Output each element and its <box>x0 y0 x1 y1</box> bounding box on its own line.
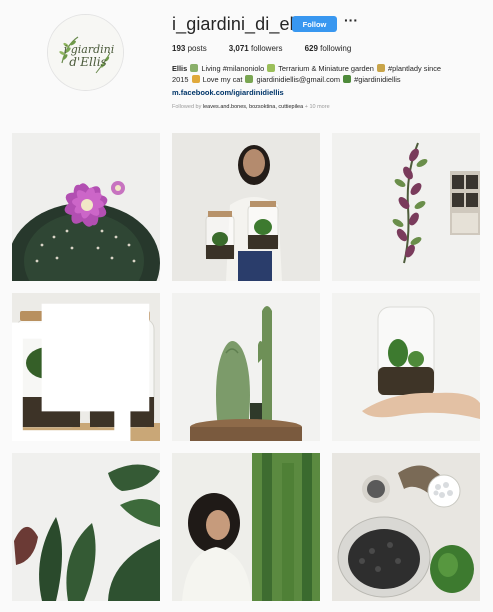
post-tile[interactable] <box>332 293 480 441</box>
hanging-plant-photo <box>332 133 480 281</box>
bio-link[interactable]: m.facebook.com/igiardinidiellis <box>172 88 284 97</box>
username: i_giardini_di_ellis <box>172 14 311 34</box>
woman-terrariums-photo <box>172 133 320 281</box>
post-tile[interactable] <box>12 293 160 441</box>
post-tile[interactable] <box>172 133 320 281</box>
woman-emoji-icon <box>190 64 199 72</box>
profile-header: i giardini d'Ellis i_giardini_di_ellis F… <box>0 0 493 128</box>
multiple-photos-icon <box>12 303 150 441</box>
cactus-flower-photo <box>12 133 160 281</box>
cat-emoji-icon <box>191 74 200 83</box>
leaf-emoji-icon <box>343 74 352 83</box>
rubber-plant-photo <box>12 453 160 601</box>
woman-plants-photo <box>172 453 320 601</box>
post-tile[interactable] <box>12 133 160 281</box>
potted-plant-emoji-icon <box>376 64 385 72</box>
posts-stat: 193 posts <box>172 44 207 53</box>
seedling-emoji-icon <box>267 64 276 72</box>
post-tile[interactable] <box>12 453 160 601</box>
avatar[interactable]: i giardini d'Ellis <box>47 14 124 91</box>
hand-terrarium-photo <box>332 293 480 441</box>
post-tile[interactable] <box>332 133 480 281</box>
terrarium-supplies-photo <box>332 453 480 601</box>
post-tile[interactable] <box>332 453 480 601</box>
avatar-logo-icon: i giardini d'Ellis <box>48 15 123 90</box>
followed-by[interactable]: Followed by leaves.and.bones, bozsoktina… <box>172 104 330 110</box>
post-tile[interactable] <box>172 453 320 601</box>
herb-emoji-icon <box>245 74 254 83</box>
bio-name: Ellis <box>172 64 188 73</box>
bio: Ellis Living #milanoniolo Terrarium & Mi… <box>172 64 442 84</box>
follow-button[interactable]: Follow <box>292 16 337 32</box>
svg-text:d'Ellis: d'Ellis <box>69 55 106 69</box>
post-tile[interactable] <box>172 293 320 441</box>
cactus-pot-photo <box>172 293 320 441</box>
more-options-button[interactable]: ··· <box>344 13 358 27</box>
followers-stat[interactable]: 3,071 followers <box>229 44 283 53</box>
profile-stats: 193 posts 3,071 followers 629 following <box>172 44 373 53</box>
following-stat[interactable]: 629 following <box>305 44 352 53</box>
